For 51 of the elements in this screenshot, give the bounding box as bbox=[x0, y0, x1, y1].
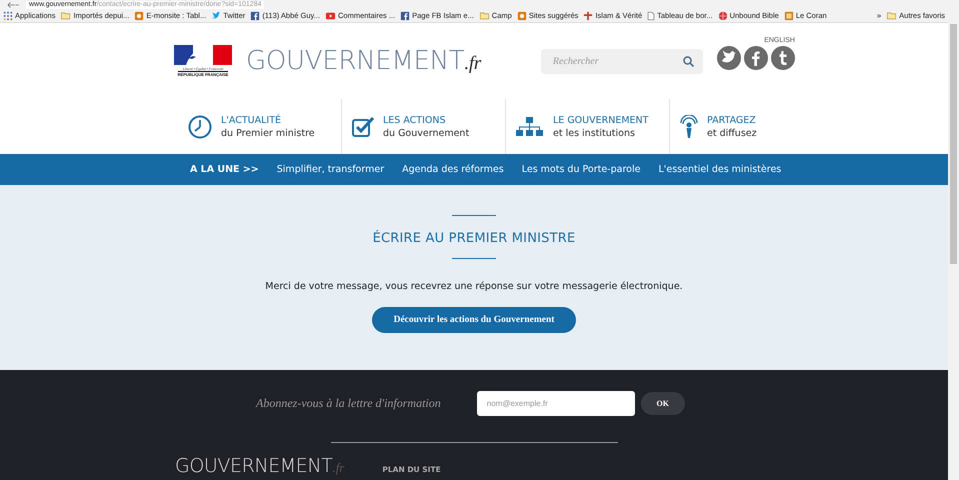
site-suffix[interactable]: .fr bbox=[464, 53, 481, 75]
folder-icon bbox=[61, 12, 71, 20]
site-icon bbox=[135, 11, 144, 20]
tumblr-icon bbox=[779, 50, 786, 64]
feature-title: PARTAGEZ bbox=[707, 114, 757, 126]
search-icon bbox=[682, 56, 694, 66]
globe-icon bbox=[718, 11, 727, 20]
menu-link[interactable]: L'essentiel des ministères bbox=[658, 164, 782, 175]
twitter-button[interactable] bbox=[716, 46, 741, 70]
menu-link[interactable]: Les mots du Porte-parole bbox=[522, 164, 640, 175]
footer-site-title[interactable]: GOUVERNEMENT bbox=[175, 455, 332, 477]
twitter-icon bbox=[722, 50, 736, 62]
site-title[interactable]: GOUVERNEMENT bbox=[246, 46, 464, 76]
tumblr-button[interactable] bbox=[770, 46, 795, 70]
clock-icon bbox=[188, 114, 212, 138]
confirmation-message: Merci de votre message, vous recevrez une réponse sur votre messagerie électronique. bbox=[265, 281, 683, 292]
newsletter-label: Abonnez-vous à la lettre d'information bbox=[256, 396, 441, 410]
cross-icon bbox=[584, 11, 593, 20]
play-icon bbox=[326, 12, 336, 19]
search-field[interactable]: Rechercher bbox=[540, 48, 703, 74]
feature-subtitle: et les institutions bbox=[553, 128, 636, 138]
feature-subtitle: du Premier ministre bbox=[221, 128, 315, 138]
feature-link[interactable]: PARTAGEZ et diffusez bbox=[680, 99, 834, 154]
f-icon bbox=[251, 11, 260, 20]
marianne-flag-drawing bbox=[174, 45, 232, 65]
feature-subtitle: et diffusez bbox=[707, 128, 757, 138]
discover-actions-button[interactable]: Découvrir les actions du Gouvernement bbox=[372, 307, 576, 333]
org-chart-icon bbox=[516, 116, 544, 136]
folder-icon bbox=[886, 12, 896, 20]
feature-title: L'ACTUALITÉ bbox=[221, 114, 282, 126]
facebook-button[interactable] bbox=[744, 46, 768, 70]
email-field[interactable]: nom@exemple.fr bbox=[476, 390, 635, 416]
page-icon bbox=[648, 11, 655, 20]
feature-title: LE GOUVERNEMENT bbox=[553, 114, 648, 126]
broadcast-icon bbox=[680, 114, 698, 138]
scrollbar-thumb[interactable] bbox=[950, 24, 957, 264]
grid-icon bbox=[4, 11, 12, 20]
facebook-icon bbox=[752, 51, 760, 66]
menu-link[interactable]: Agenda des réformes bbox=[402, 164, 504, 175]
page-title: ÉCRIRE AU PREMIER MINISTRE bbox=[372, 231, 576, 246]
folder-icon bbox=[480, 12, 489, 20]
site-icon bbox=[518, 11, 526, 20]
menu-heading: A LA UNE >> bbox=[190, 164, 259, 175]
checkbox-icon bbox=[352, 116, 374, 136]
book-icon bbox=[784, 11, 794, 20]
bird-icon bbox=[212, 12, 220, 20]
feature-title: LES ACTIONS bbox=[383, 114, 447, 126]
feature-subtitle: du Gouvernement bbox=[383, 128, 470, 138]
ok-button[interactable]: OK bbox=[640, 392, 685, 414]
menu-link[interactable]: Simplifier, transformer bbox=[276, 164, 384, 175]
f-icon bbox=[400, 11, 410, 20]
